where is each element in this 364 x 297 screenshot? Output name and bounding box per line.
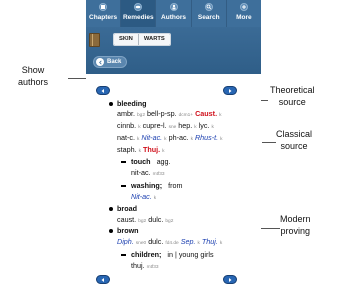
prev-page-button-top[interactable] [96,86,110,95]
rubric-bullet [109,207,113,211]
pill-icon [134,3,143,11]
remedy-caust[interactable]: Caust. [195,109,217,118]
plus-icon [239,3,248,11]
rubric-broad[interactable]: broad [117,204,137,213]
next-page-button-bottom[interactable] [223,275,237,284]
arrow-right-icon [229,88,232,93]
remedy-line: cinnb. k cupre-l. sne hep. k lyc. k [117,121,214,130]
rubric-content: bleeding ambr. bg2 bell-p-sp. dcm1+ Caus… [86,74,261,297]
nav-more[interactable]: More [227,0,261,27]
rubric-bleeding[interactable]: bleeding [117,99,147,108]
subrubric-dash [121,254,126,256]
breadcrumb-skin[interactable]: SKIN [114,34,138,45]
remedy-line: staph. k Thuj. k [117,145,165,154]
callout-show-authors: Show authors [18,65,49,87]
remedy-line: Diph. sne0 dulc. fd4.de Sep. k Thuj. k [117,237,223,246]
remedy-line: thuj. mtf33 [131,261,159,270]
remedy-line: nit-ac. mtf33 [131,168,165,177]
nav-remedies[interactable]: Remedies [121,0,157,27]
callout-modern-proving: Modern proving [280,214,311,236]
rubric-brown[interactable]: brown [117,226,139,235]
nav-search[interactable]: Search [192,0,227,27]
rubric-bullet [109,229,113,233]
callout-theoretical-source: Theoretical source [270,85,315,107]
back-arrow-icon [96,58,104,66]
book-icon [99,3,108,11]
subrubric-children[interactable]: children; in | young girls [131,250,214,259]
subrubric-washing[interactable]: washing; from [131,181,183,190]
remedy-line: ambr. bg2 bell-p-sp. dcm1+ Caust. k [117,109,222,118]
top-navbar: Chapters Remedies Authors Search More [86,0,261,27]
back-button[interactable]: Back [93,56,128,68]
arrow-left-icon [101,88,104,93]
person-icon [169,3,178,11]
chapter-breadcrumb: SKIN WARTS [113,33,171,46]
remedy-line: caust. bg2 dulc. bg2 [117,215,174,224]
nav-chapters[interactable]: Chapters [86,0,122,27]
subrubric-dash [121,185,126,187]
rubric-bullet [109,102,113,106]
arrow-left-icon [101,277,104,282]
callout-line-show-authors [68,78,88,79]
callout-line-classical [262,142,276,143]
subrubric-touch[interactable]: touch agg. [131,157,171,166]
prev-page-button-bottom[interactable] [96,275,110,284]
breadcrumb-bar: SKIN WARTS Back [86,27,261,74]
arrow-right-icon [229,277,232,282]
breadcrumb-warts[interactable]: WARTS [137,34,170,45]
author-book-icon[interactable] [89,33,100,47]
subrubric-dash [121,161,126,163]
remedy-line: nat-c. k Nit-ac. k ph-ac. k Rhus-t. k [117,133,223,142]
nav-authors[interactable]: Authors [156,0,192,27]
search-icon [204,3,213,11]
remedy-line: Nit-ac. k [131,192,157,201]
next-page-button-top[interactable] [223,86,237,95]
callout-classical-source: Classical source [276,129,313,151]
app-screen: Chapters Remedies Authors Search More SK… [86,0,261,297]
